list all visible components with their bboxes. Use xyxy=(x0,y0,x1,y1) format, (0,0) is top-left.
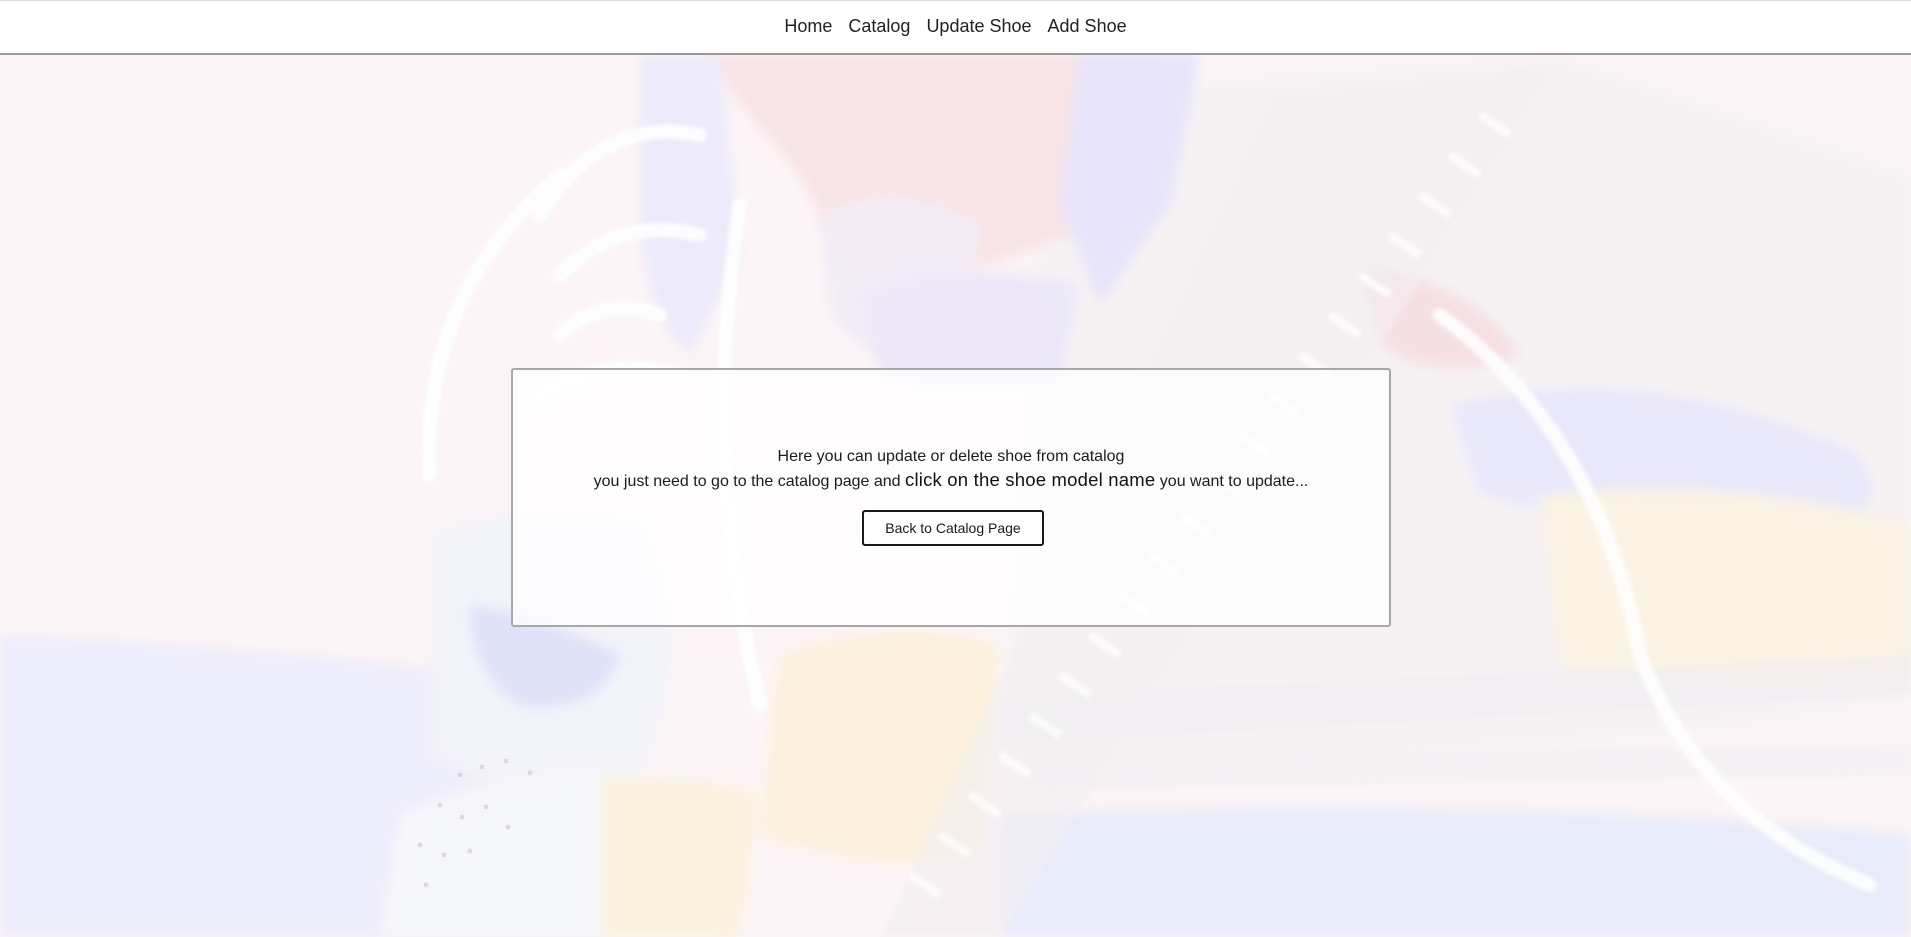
top-navbar: Home Catalog Update Shoe Add Shoe xyxy=(0,0,1911,55)
info-card: Here you can update or delete shoe from … xyxy=(511,368,1391,627)
card-description-line: Here you can update or delete shoe from … xyxy=(777,448,1125,465)
instruction-text-after: you want to update... xyxy=(1155,473,1309,490)
instruction-highlight: click on the shoe model name xyxy=(905,469,1156,490)
nav-link-home[interactable]: Home xyxy=(784,16,832,37)
card-instruction-line: you just need to go to the catalog page … xyxy=(513,469,1389,491)
nav-link-catalog[interactable]: Catalog xyxy=(848,16,910,37)
nav-link-update-shoe[interactable]: Update Shoe xyxy=(926,16,1031,37)
instruction-text-before: you just need to go to the catalog page … xyxy=(593,473,905,490)
back-to-catalog-button[interactable]: Back to Catalog Page xyxy=(862,510,1044,546)
nav-link-add-shoe[interactable]: Add Shoe xyxy=(1048,16,1127,37)
